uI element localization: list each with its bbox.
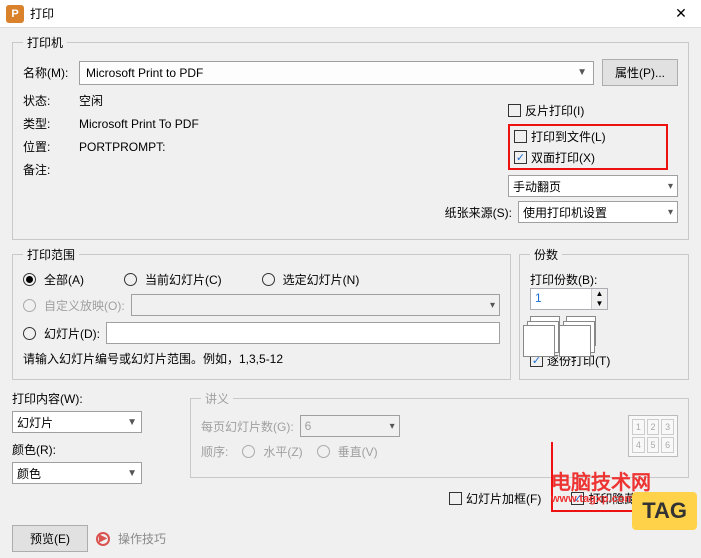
reverse-print-checkbox[interactable]: 反片打印(I) (508, 102, 584, 119)
chevron-down-icon: ▾ (668, 181, 673, 192)
chevron-down-icon: ▼ (127, 468, 137, 479)
manual-flip-select[interactable]: 手动翻页 ▾ (508, 175, 678, 197)
comment-label: 备注: (23, 161, 79, 178)
collate-stack-icon (566, 316, 596, 346)
frame-checkbox[interactable]: 幻灯片加框(F) (449, 490, 541, 507)
handout-preview: 123 456 (628, 415, 678, 457)
highlight-box-duplex: 打印到文件(L) 双面打印(X) (508, 124, 668, 170)
collate-stack-icon (530, 316, 560, 346)
radio-icon (23, 273, 36, 286)
copies-spinner[interactable]: 1 ▲▼ (530, 288, 608, 310)
app-icon: P (6, 5, 24, 23)
location-value: PORTPROMPT: (79, 140, 165, 154)
color-label: 颜色(R): (12, 441, 182, 458)
window-title: 打印 (30, 5, 54, 22)
range-hint: 请输入幻灯片编号或幻灯片范围。例如，1,3,5-12 (23, 350, 500, 367)
paper-source-select[interactable]: 使用打印机设置 ▾ (518, 201, 678, 223)
copies-group: 份数 打印份数(B): 1 ▲▼ 逐份打印(T) (519, 246, 689, 380)
radio-icon (124, 273, 137, 286)
spinner-up-icon[interactable]: ▲ (592, 289, 607, 299)
type-value: Microsoft Print To PDF (79, 117, 199, 131)
content-label: 打印内容(W): (12, 390, 182, 407)
radio-icon (23, 299, 36, 312)
handout-legend: 讲义 (201, 390, 233, 407)
status-label: 状态: (23, 92, 79, 109)
range-custom-show-radio: 自定义放映(O): (23, 297, 125, 314)
range-slides-radio[interactable]: 幻灯片(D): (23, 325, 100, 342)
order-label: 顺序: (201, 443, 228, 460)
order-horizontal-radio: 水平(Z) (242, 443, 302, 460)
chevron-down-icon: ▼ (577, 67, 587, 78)
chevron-down-icon: ▼ (127, 417, 137, 428)
radio-icon (262, 273, 275, 286)
chevron-down-icon: ▾ (668, 207, 673, 218)
handout-group: 讲义 每页幻灯片数(G): 6 ▾ 顺序: 水平(Z) (190, 390, 689, 478)
radio-icon (317, 445, 330, 458)
print-range-group: 打印范围 全部(A) 当前幻灯片(C) 选定幻灯片(N) 自定义 (12, 246, 511, 380)
duplex-checkbox[interactable]: 双面打印(X) (514, 149, 662, 166)
printer-legend: 打印机 (23, 34, 67, 51)
per-page-label: 每页幻灯片数(G): (201, 418, 294, 435)
properties-button[interactable]: 属性(P)... (602, 59, 678, 86)
bottom-bar: 预览(E) ▶ 操作技巧 (0, 519, 701, 558)
slides-input[interactable] (106, 322, 500, 344)
printer-name-select[interactable]: Microsoft Print to PDF ▼ (79, 61, 594, 85)
custom-show-select: ▾ (131, 294, 500, 316)
tips-icon[interactable]: ▶ (96, 532, 110, 546)
range-all-radio[interactable]: 全部(A) (23, 271, 84, 288)
range-current-radio[interactable]: 当前幻灯片(C) (124, 271, 222, 288)
range-legend: 打印范围 (23, 246, 79, 263)
collate-icons (530, 316, 678, 346)
chevron-down-icon: ▾ (390, 421, 395, 432)
checkbox-icon (449, 492, 462, 505)
location-label: 位置: (23, 138, 79, 155)
spinner-down-icon[interactable]: ▼ (592, 299, 607, 309)
checkbox-icon (571, 492, 584, 505)
tips-link[interactable]: 操作技巧 (118, 530, 166, 547)
checkbox-icon (508, 104, 521, 117)
close-icon[interactable]: ✕ (661, 5, 701, 22)
status-value: 空闲 (79, 92, 103, 109)
titlebar: P 打印 ✕ (0, 0, 701, 28)
type-label: 类型: (23, 115, 79, 132)
content-select[interactable]: 幻灯片 ▼ (12, 411, 142, 433)
checkbox-icon (514, 151, 527, 164)
copies-label: 打印份数(B): (530, 271, 597, 288)
range-selected-radio[interactable]: 选定幻灯片(N) (262, 271, 360, 288)
printer-name-value: Microsoft Print to PDF (86, 66, 203, 80)
print-to-file-checkbox[interactable]: 打印到文件(L) (514, 128, 662, 145)
print-hidden-checkbox[interactable]: 打印隐藏幻灯片(H) (571, 490, 689, 507)
chevron-down-icon: ▾ (490, 300, 495, 311)
copies-value: 1 (531, 289, 591, 309)
copies-legend: 份数 (530, 246, 562, 263)
order-vertical-radio: 垂直(V) (317, 443, 378, 460)
paper-source-label: 纸张来源(S): (445, 204, 512, 221)
radio-icon (242, 445, 255, 458)
preview-button[interactable]: 预览(E) (12, 525, 88, 552)
per-page-select: 6 ▾ (300, 415, 400, 437)
printer-group: 打印机 名称(M): Microsoft Print to PDF ▼ 属性(P… (12, 34, 689, 240)
checkbox-icon (514, 130, 527, 143)
name-label: 名称(M): (23, 64, 79, 81)
radio-icon (23, 327, 36, 340)
color-select[interactable]: 颜色 ▼ (12, 462, 142, 484)
